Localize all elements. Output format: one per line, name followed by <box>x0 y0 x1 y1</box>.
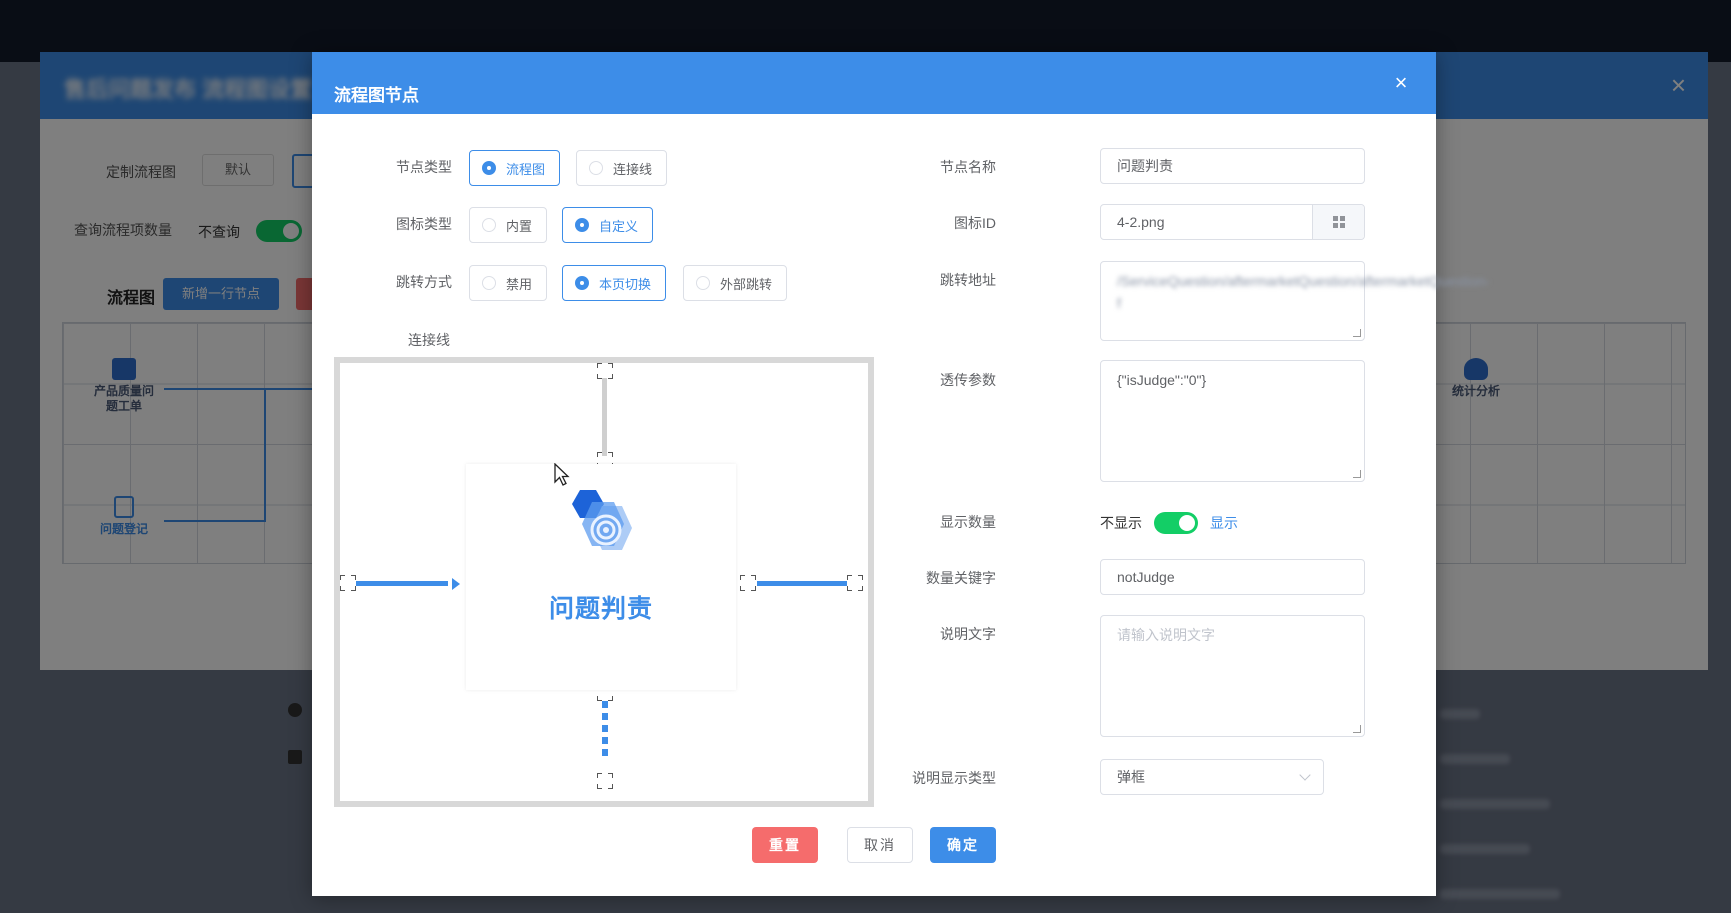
icon-id-input[interactable]: 4-2.png <box>1100 204 1365 240</box>
jump-url-textarea[interactable]: /ServiceQuestion/aftermarketQuestion/aft… <box>1100 261 1490 341</box>
radio-unchecked-icon <box>696 276 710 290</box>
node-name-input[interactable]: 问题判责 <box>1100 148 1365 184</box>
right-outer-handle-icon[interactable] <box>847 575 863 591</box>
jump-mode-external-radio[interactable]: 外部跳转 <box>683 265 788 301</box>
right-connector-line[interactable] <box>757 581 847 586</box>
description-label: 说明文字 <box>940 626 996 642</box>
radio-checked-icon <box>482 161 496 175</box>
radio-unchecked-icon <box>482 218 496 232</box>
radio-unchecked-icon <box>589 161 603 175</box>
radio-checked-icon <box>575 276 589 290</box>
connector-canvas[interactable]: 问题判责 <box>334 357 874 807</box>
jump-url-label: 跳转地址 <box>940 272 996 288</box>
desc-display-type-value: 弹框 <box>1117 769 1145 785</box>
count-key-input[interactable]: notJudge <box>1100 559 1365 595</box>
node-preview-name: 问题判责 <box>548 595 653 623</box>
right-inner-handle-icon[interactable] <box>740 575 756 591</box>
grid-icon <box>1332 216 1345 228</box>
node-type-connector-radio[interactable]: 连接线 <box>576 150 668 186</box>
radio-label: 禁用 <box>506 276 533 292</box>
radio-label: 外部跳转 <box>720 276 773 292</box>
radio-label: 内置 <box>506 218 533 234</box>
jump-mode-current-page-radio[interactable]: 本页切换 <box>562 265 667 301</box>
radio-unchecked-icon <box>482 276 496 290</box>
icon-id-label: 图标ID <box>954 215 996 231</box>
left-outer-handle-icon[interactable] <box>340 575 356 591</box>
node-type-flowchart-radio[interactable]: 流程图 <box>469 150 561 186</box>
reset-button[interactable]: 重置 <box>752 827 818 863</box>
close-icon[interactable]: × <box>1388 70 1414 96</box>
description-textarea[interactable]: 请输入说明文字 <box>1100 615 1365 737</box>
icon-id-value: 4-2.png <box>1117 214 1165 230</box>
mouse-cursor-icon <box>554 463 570 486</box>
pass-params-label: 透传参数 <box>940 372 996 388</box>
node-preview-card[interactable]: 问题判责 <box>466 464 736 690</box>
pass-params-value: {"isJudge":"0"} <box>1117 372 1207 388</box>
flow-node-dialog: 流程图节点 × 节点类型 流程图 连接线 图标类型 内置 自定义 跳转方式 禁用… <box>312 52 1490 896</box>
radio-label: 流程图 <box>506 161 546 177</box>
confirm-button[interactable]: 确定 <box>930 827 996 863</box>
chevron-down-icon <box>1299 769 1311 781</box>
desc-display-type-label: 说明显示类型 <box>912 770 996 786</box>
show-count-toggle-row: 不显示 显示 <box>1100 512 1238 534</box>
radio-label: 本页切换 <box>599 276 652 292</box>
radio-checked-icon <box>575 218 589 232</box>
dialog-title: 流程图节点 <box>334 86 419 105</box>
show-count-label: 显示数量 <box>940 514 996 530</box>
node-type-label: 节点类型 <box>396 159 452 175</box>
jump-mode-disabled-radio[interactable]: 禁用 <box>469 265 548 301</box>
node-name-label: 节点名称 <box>940 159 996 175</box>
show-count-off-text[interactable]: 不显示 <box>1100 513 1142 533</box>
show-count-on-text[interactable]: 显示 <box>1210 513 1238 533</box>
connector-label: 连接线 <box>408 332 450 348</box>
bottom-outer-handle-icon[interactable] <box>597 773 613 789</box>
top-connector-line[interactable] <box>602 378 607 456</box>
jump-url-value: /ServiceQuestion/aftermarketQuestion/aft… <box>1117 273 1490 311</box>
judgement-node-icon <box>572 490 632 550</box>
cancel-button[interactable]: 取消 <box>847 827 913 863</box>
dialog-header: 流程图节点 × <box>312 52 1436 114</box>
icon-type-custom-radio[interactable]: 自定义 <box>562 207 654 243</box>
pass-params-textarea[interactable]: {"isJudge":"0"} <box>1100 360 1365 482</box>
left-connector-line[interactable] <box>356 581 448 586</box>
bottom-connector-line[interactable] <box>602 701 608 757</box>
icon-picker-button[interactable] <box>1312 205 1364 239</box>
jump-mode-label: 跳转方式 <box>396 274 452 290</box>
switch-knob <box>1179 515 1195 531</box>
radio-label: 自定义 <box>599 218 639 234</box>
desc-display-type-select[interactable]: 弹框 <box>1100 759 1324 795</box>
arrow-right-icon <box>452 578 460 590</box>
icon-type-label: 图标类型 <box>396 216 452 232</box>
show-count-switch[interactable] <box>1154 512 1198 534</box>
count-key-label: 数量关键字 <box>926 570 996 586</box>
icon-type-builtin-radio[interactable]: 内置 <box>469 207 548 243</box>
description-placeholder: 请输入说明文字 <box>1117 627 1215 643</box>
top-outer-handle-icon[interactable] <box>597 363 613 379</box>
radio-label: 连接线 <box>613 161 653 177</box>
